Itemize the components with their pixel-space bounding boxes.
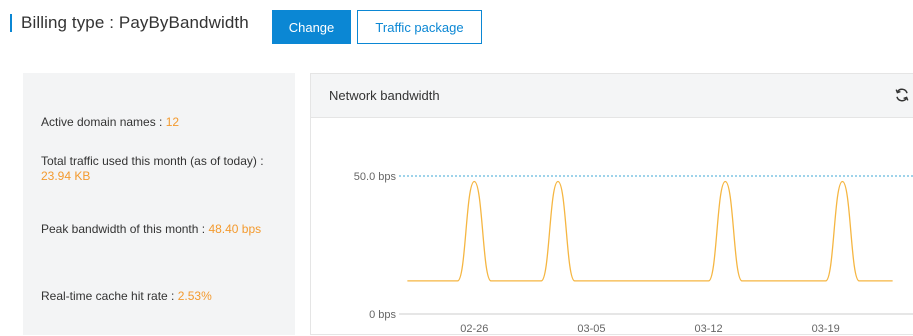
traffic-package-button[interactable]: Traffic package [357, 10, 482, 44]
title-accent-bar [10, 14, 12, 32]
chart-title: Network bandwidth [329, 88, 440, 103]
x-tick-label: 03-05 [577, 323, 605, 335]
chart-header: Network bandwidth [311, 74, 913, 118]
traffic-stat: Total traffic used this month (as of tod… [41, 154, 287, 184]
billing-header: Billing type : PayByBandwidth Change Tra… [0, 0, 913, 60]
cache-hit-rate-value: 2.53% [178, 289, 212, 303]
peak-bandwidth-value: 48.40 bps [208, 222, 261, 236]
peak-bandwidth-stat: Peak bandwidth of this month : 48.40 bps [41, 222, 287, 237]
y-tick-label: 0 bps [369, 309, 396, 321]
active-domains-value: 12 [166, 115, 179, 129]
traffic-label: Total traffic used this month (as of tod… [41, 154, 264, 168]
network-bandwidth-panel: Network bandwidth 0 bps 50.0 bps 02-26 03-0… [310, 73, 913, 335]
stats-panel: Active domain names : 12 Total traffic u… [23, 73, 295, 335]
active-domains-stat: Active domain names : 12 [41, 115, 287, 130]
cache-hit-rate-stat: Real-time cache hit rate : 2.53% [41, 289, 287, 304]
traffic-value: 23.94 KB [41, 169, 90, 183]
x-tick-label: 02-26 [460, 323, 488, 335]
change-button[interactable]: Change [272, 10, 351, 44]
x-tick-label: 03-12 [694, 323, 722, 335]
bandwidth-series-line [407, 182, 892, 281]
refresh-icon[interactable] [894, 87, 910, 103]
active-domains-label: Active domain names : [41, 115, 166, 129]
y-tick-label: 50.0 bps [354, 171, 397, 183]
peak-bandwidth-label: Peak bandwidth of this month : [41, 222, 208, 236]
cache-hit-rate-label: Real-time cache hit rate : [41, 289, 178, 303]
bandwidth-chart: 0 bps 50.0 bps 02-26 03-05 03-12 03-19 [311, 118, 913, 336]
billing-type-label: Billing type : PayByBandwidth [21, 13, 249, 33]
x-tick-label: 03-19 [812, 323, 840, 335]
